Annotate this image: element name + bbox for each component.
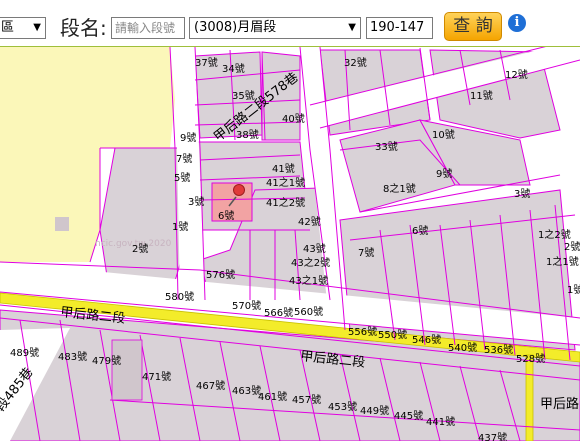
parcel-number-label: 32號: [344, 56, 367, 69]
parcel-number-label: 7號: [358, 246, 374, 259]
parcel-number-label: 1號: [567, 283, 580, 296]
parcel-number-label: 560號: [294, 305, 323, 318]
query-button[interactable]: 查 詢: [444, 12, 502, 41]
parcel-number-label: 2號: [564, 240, 580, 253]
section-select-value: (3008)月眉段: [194, 20, 277, 35]
parcel-number-label: 1之2號: [538, 228, 571, 241]
chevron-down-icon: ▼: [33, 22, 41, 33]
parcel-number-label: 546號: [412, 333, 441, 346]
parcel-number-label: 1號: [172, 220, 188, 233]
parcel-number-label: 10號: [432, 128, 455, 141]
parcel-number-label: 9號: [436, 167, 452, 180]
parcel-number-label: 576號: [206, 268, 235, 281]
parcel-number-label: 37號: [195, 56, 218, 69]
lot-number-input[interactable]: 190-147: [366, 17, 433, 39]
district-select[interactable]: 區 ▼: [0, 17, 46, 39]
parcel-number-label: 528號: [516, 352, 545, 365]
parcel-number-label: 35號: [232, 89, 255, 102]
parcel-number-label: 479號: [92, 354, 121, 367]
parcel-number-label: 11號: [470, 89, 493, 102]
parcel-number-label: 445號: [394, 409, 423, 422]
parcel-number-label: 6號: [412, 224, 428, 237]
parcel-number-label: 41之2號: [266, 196, 305, 209]
parcel-number-label: 570號: [232, 299, 261, 312]
parcel-number-label: 471號: [142, 370, 171, 383]
parcel-number-label: 3號: [514, 187, 530, 200]
parcel-number-label: 38號: [236, 128, 259, 141]
parcel-number-label: 12號: [505, 68, 528, 81]
parcel-number-label: 9號: [180, 131, 196, 144]
parcel-number-label: 453號: [328, 400, 357, 413]
section-number-input[interactable]: 請輸入段號: [111, 17, 185, 39]
parcel-number-label: 3號: [188, 195, 204, 208]
road-label-east: 甲后路: [540, 396, 579, 412]
parcel-number-label: 437號: [478, 431, 507, 441]
parcel-number-label: 483號: [58, 350, 87, 363]
parcel-number-label: 42號: [298, 215, 321, 228]
parcel-number-label: 43之2號: [291, 256, 330, 269]
parcel-number-label: 449號: [360, 404, 389, 417]
info-icon[interactable]: i: [508, 14, 526, 32]
chevron-down-icon: ▼: [348, 22, 356, 33]
parcel-number-label: 489號: [10, 346, 39, 359]
parcel-number-label: 540號: [448, 341, 477, 354]
section-select[interactable]: (3008)月眉段 ▼: [189, 17, 361, 39]
parcel-number-label: 536號: [484, 343, 513, 356]
cadastral-map[interactable]: ncic.gov.tw 2020 甲后路二段578巷 甲后路二段 甲后路二段 甲…: [0, 47, 580, 441]
parcel-number-label: 7號: [176, 152, 192, 165]
parcel-number-label: 463號: [232, 384, 261, 397]
parcel-number-label: 467號: [196, 379, 225, 392]
parcel-number-label: 41號: [272, 162, 295, 175]
parcel-number-label: 550號: [378, 328, 407, 341]
parcel-number-label: 5號: [174, 171, 190, 184]
parcel-number-label: 6號: [218, 209, 234, 222]
section-label: 段名:: [60, 16, 107, 40]
parcel-number-label: 2號: [132, 242, 148, 255]
parcel-number-label: 40號: [282, 112, 305, 125]
parcel-number-label: 41之1號: [266, 176, 305, 189]
parcel-number-label: 8之1號: [383, 182, 416, 195]
parcel-number-label: 1之1號: [546, 255, 579, 268]
toolbar: 區 ▼ 段名: 請輸入段號 (3008)月眉段 ▼ 190-147 查 詢 i: [0, 0, 580, 47]
parcel-number-label: 34號: [222, 62, 245, 75]
parcel-number-label: 580號: [165, 290, 194, 303]
parcel-number-label: 43號: [303, 242, 326, 255]
parcel-number-label: 441號: [426, 415, 455, 428]
district-value: 區: [1, 20, 15, 35]
parcel-number-label: 33號: [375, 140, 398, 153]
parcel-number-label: 566號: [264, 306, 293, 319]
parcel-number-label: 556號: [348, 325, 377, 338]
parcel-number-label: 461號: [258, 390, 287, 403]
parcel-number-label: 457號: [292, 393, 321, 406]
parcel-number-label: 43之1號: [289, 274, 328, 287]
